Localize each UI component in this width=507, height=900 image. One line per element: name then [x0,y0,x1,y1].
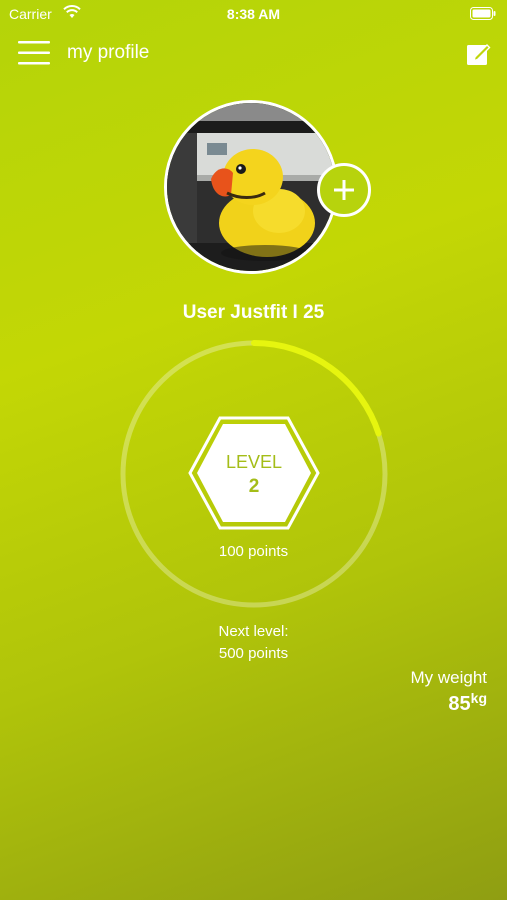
weight-label: My weight [410,668,487,687]
hamburger-menu-icon[interactable] [18,40,50,66]
user-name: User Justfit I 25 [182,302,325,323]
level-label: LEVEL [225,452,283,472]
next-level-label: Next level: [218,623,289,640]
profile-avatar[interactable] [164,100,338,274]
rubber-duck-photo [167,103,335,271]
clock: 8:38 AM [226,6,281,22]
add-photo-button[interactable] [317,163,371,217]
level-number: 2 [248,476,260,497]
level-hexagon-badge [188,416,320,530]
battery-icon [470,7,496,20]
page-title: my profile [67,42,150,63]
edit-note-icon[interactable] [466,41,491,66]
status-bar: Carrier 8:38 AM [0,0,507,28]
weight-unit: kg [470,690,487,706]
weight-value: 85kg [448,690,487,716]
current-points: 100 points [218,543,289,560]
next-level-points: 500 points [218,645,289,662]
plus-icon [334,180,354,200]
weight-number: 85 [448,693,471,715]
